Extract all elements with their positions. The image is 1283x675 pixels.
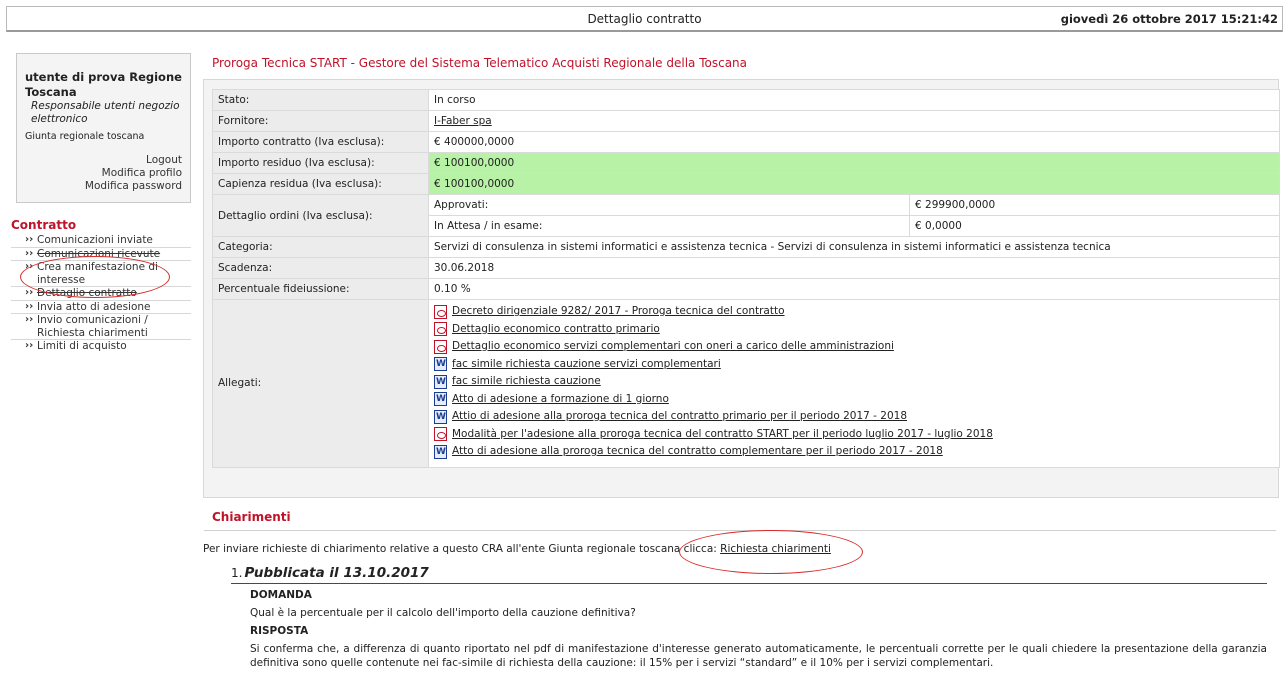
datetime: giovedì 26 ottobre 2017 15:21:42 bbox=[1060, 12, 1278, 26]
user-name: utente di prova Regione Toscana bbox=[25, 70, 182, 99]
contract-detail-table: Stato: In corso Fornitore: I-Faber spa I… bbox=[212, 89, 1280, 468]
value-stato: In corso bbox=[428, 89, 1280, 111]
attachment-link[interactable]: Dettaglio economico contratto primario bbox=[452, 321, 660, 339]
attachment-link[interactable]: Decreto dirigenziale 9282/ 2017 - Prorog… bbox=[452, 303, 785, 321]
table-row: Importo residuo (Iva esclusa): € 100100,… bbox=[212, 152, 1280, 174]
word-icon bbox=[434, 409, 447, 424]
word-icon bbox=[434, 444, 447, 459]
table-row: Capienza residua (Iva esclusa): € 100100… bbox=[212, 173, 1280, 195]
value-in-attesa: € 0,0000 bbox=[909, 215, 1280, 237]
table-row: Stato: In corso bbox=[212, 89, 1280, 111]
user-org: Giunta regionale toscana bbox=[25, 131, 145, 142]
table-row: Scadenza: 30.06.2018 bbox=[212, 257, 1280, 279]
chevron-double-right-icon: ›› bbox=[25, 287, 34, 298]
value-approvati: € 299900,0000 bbox=[909, 194, 1280, 216]
word-icon bbox=[434, 392, 447, 407]
supplier-link[interactable]: I-Faber spa bbox=[434, 115, 492, 127]
label-importo-contratto: Importo contratto (Iva esclusa): bbox=[212, 131, 429, 153]
user-box: utente di prova Regione Toscana Responsa… bbox=[16, 53, 191, 203]
attachment-link[interactable]: Modalità per l'adesione alla proroga tec… bbox=[452, 426, 993, 444]
attachment-link[interactable]: Atto di adesione alla proroga tecnica de… bbox=[452, 443, 943, 461]
faq-item: 1. Pubblicata il 13.10.2017 DOMANDA Qual … bbox=[231, 565, 1267, 670]
faq-published: 1. Pubblicata il 13.10.2017 bbox=[231, 565, 1267, 584]
menu-item-invio-comunicazioni[interactable]: ›› Invio comunicazioni / Richiesta chiari… bbox=[11, 314, 191, 340]
chevron-double-right-icon: ›› bbox=[25, 234, 34, 245]
chevron-double-right-icon: ›› bbox=[25, 300, 34, 312]
risposta-text: Si conferma che, a differenza di quanto … bbox=[250, 643, 1267, 669]
value-capienza-residua: € 100100,0000 bbox=[428, 173, 1280, 195]
label-allegati: Allegati: bbox=[212, 299, 429, 468]
attachments-list: Decreto dirigenziale 9282/ 2017 - Prorog… bbox=[434, 300, 1274, 467]
contract-title: Proroga Tecnica START - Gestore del Sist… bbox=[212, 56, 748, 70]
pdf-icon bbox=[434, 339, 447, 354]
logout-link[interactable]: Logout bbox=[25, 154, 182, 167]
edit-profile-link[interactable]: Modifica profilo bbox=[25, 167, 182, 180]
risposta-label: RISPOSTA bbox=[250, 625, 309, 637]
label-stato: Stato: bbox=[212, 89, 429, 111]
label-importo-residuo: Importo residuo (Iva esclusa): bbox=[212, 152, 429, 174]
label-categoria: Categoria: bbox=[212, 236, 429, 258]
table-row: Fornitore: I-Faber spa bbox=[212, 110, 1280, 132]
chevron-double-right-icon: ›› bbox=[25, 314, 34, 325]
value-percentuale: 0.10 % bbox=[428, 278, 1280, 300]
value-importo-residuo: € 100100,0000 bbox=[428, 152, 1280, 174]
table-row: Percentuale fideiussione: 0.10 % bbox=[212, 278, 1280, 300]
table-row: Allegati: Decreto dirigenziale 9282/ 201… bbox=[212, 299, 1280, 468]
word-icon bbox=[434, 357, 447, 372]
table-row: Categoria: Servizi di consulenza in sist… bbox=[212, 236, 1280, 258]
attachment-link[interactable]: fac simile richiesta cauzione servizi co… bbox=[452, 356, 721, 374]
attachment-link[interactable]: Dettaglio economico servizi complementar… bbox=[452, 338, 894, 356]
attachment-link[interactable]: Atto di adesione a formazione di 1 giorn… bbox=[452, 391, 669, 409]
user-role: Responsabile utenti negozio elettronico bbox=[31, 100, 180, 125]
pdf-icon bbox=[434, 304, 447, 319]
value-scadenza: 30.06.2018 bbox=[428, 257, 1280, 279]
contract-detail-panel: Stato: In corso Fornitore: I-Faber spa I… bbox=[203, 79, 1280, 498]
chiarimenti-title: Chiarimenti bbox=[212, 510, 291, 524]
annotation-oval bbox=[20, 256, 170, 298]
pdf-icon bbox=[434, 322, 447, 337]
menu-item-comunicazioni-inviate[interactable]: ›› Comunicazioni inviate bbox=[11, 234, 191, 248]
label-fornitore: Fornitore: bbox=[212, 110, 429, 132]
domanda-label: DOMANDA bbox=[250, 589, 312, 601]
top-bar: Dettaglio contratto giovedì 26 ottobre 2… bbox=[6, 6, 1283, 32]
table-row: Importo contratto (Iva esclusa): € 40000… bbox=[212, 131, 1280, 153]
label-approvati: Approvati: bbox=[428, 194, 910, 216]
label-capienza-residua: Capienza residua (Iva esclusa): bbox=[212, 173, 429, 195]
label-dettaglio-ordini: Dettaglio ordini (Iva esclusa): bbox=[212, 194, 429, 237]
menu-item-invia-atto[interactable]: ›› Invia atto di adesione bbox=[11, 300, 191, 314]
pdf-icon bbox=[434, 427, 447, 442]
label-scadenza: Scadenza: bbox=[212, 257, 429, 279]
value-categoria: Servizi di consulenza in sistemi informa… bbox=[428, 236, 1280, 258]
table-row: Dettaglio ordini (Iva esclusa): Approvat… bbox=[212, 194, 1280, 237]
menu-title: Contratto bbox=[11, 218, 77, 232]
chevron-double-right-icon: ›› bbox=[25, 247, 34, 259]
change-password-link[interactable]: Modifica password bbox=[25, 180, 182, 193]
label-in-attesa: In Attesa / in esame: bbox=[428, 215, 910, 237]
value-importo-contratto: € 400000,0000 bbox=[428, 131, 1280, 153]
word-icon bbox=[434, 374, 447, 389]
chevron-double-right-icon: ›› bbox=[25, 340, 34, 351]
menu-item-limiti-acquisto[interactable]: ›› Limiti di acquisto bbox=[11, 340, 191, 353]
domanda-text: Qual è la percentuale per il calcolo del… bbox=[250, 607, 636, 619]
attachment-link[interactable]: fac simile richiesta cauzione bbox=[452, 373, 601, 391]
attachment-link[interactable]: Attio di adesione alla proroga tecnica d… bbox=[452, 408, 907, 426]
label-percentuale: Percentuale fideiussione: bbox=[212, 278, 429, 300]
